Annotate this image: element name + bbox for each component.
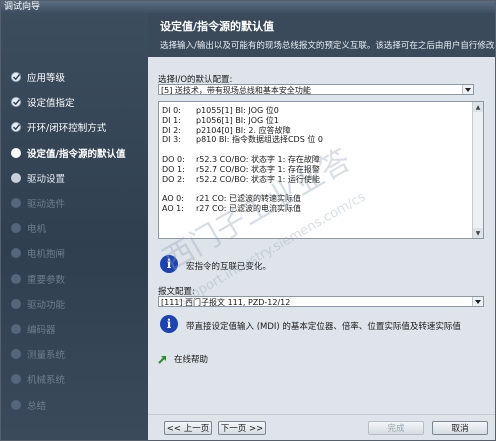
step-dot-icon (11, 172, 21, 183)
step-dot-icon (11, 399, 21, 410)
prev-button[interactable]: << 上一页 (164, 421, 212, 435)
sidebar-item-label: 应用等级 (27, 73, 66, 84)
sidebar-item-label: 开环/闭环控制方式 (27, 123, 107, 135)
sidebar-item-label: 总结 (27, 400, 47, 412)
info-icon: i (160, 255, 178, 273)
current-step-icon (11, 147, 21, 158)
scroll-up-icon[interactable]: ▲ (473, 102, 483, 112)
sidebar-item-label: 重要参数 (27, 274, 66, 286)
online-help-link[interactable]: 在线帮助 (158, 353, 208, 365)
sidebar-item[interactable]: 设定值/指令源的默认值 (11, 145, 146, 161)
sidebar-item: 机械系统 (11, 371, 146, 387)
io-config-value: [5] 送技术，带有现场总线和基本安全功能 (161, 86, 311, 95)
io-assignment: r27 CO: 已滤波的电流实际值 (196, 204, 301, 213)
online-help-label: 在线帮助 (174, 355, 209, 365)
sidebar-item-label: 驱动选件 (27, 199, 66, 210)
page-header: 设定值/指令源的默认值 选择输入/输出以及可能有的现场总线报文的预定义互联。该选… (148, 13, 495, 57)
wizard-footer: << 上一页 下一页 >> 完成 取消 (148, 414, 495, 440)
io-terminal: DI 1: (162, 115, 181, 125)
sidebar-item-label: 编码器 (27, 325, 56, 336)
sidebar-item: 测量系统 (11, 346, 146, 362)
step-dot-icon (11, 273, 21, 284)
io-terminal: DI 3: (162, 135, 181, 145)
telegram-description: 带直接设定值输入 (MDI) 的基本定位器、倍率、位置实际值及转速实际值 (186, 322, 461, 332)
io-terminal: DO 0: (162, 155, 185, 164)
step-dot-icon (11, 349, 21, 360)
io-assignment: r52.7 CO/BO: 状态字 1: 存在报警 (196, 164, 320, 174)
sidebar-item[interactable]: 驱动设置 (11, 170, 146, 186)
check-icon (11, 122, 21, 133)
sidebar-item-label: 驱动功能 (27, 299, 66, 311)
sidebar-item-label: 机械系统 (27, 375, 66, 387)
io-assignment: p1055[1] BI: JOG 位0 (196, 106, 279, 115)
sidebar-item: 电机 (11, 220, 146, 236)
page-title: 设定值/指令源的默认值 (160, 20, 275, 33)
list-item: DO 2: r52.2 CO/BO: 状态字 1: 运行使能 (162, 174, 320, 185)
io-assignment: r52.2 CO/BO: 状态字 1: 运行使能 (196, 174, 320, 184)
sidebar-item: 电机抱闸 (11, 245, 146, 261)
cancel-button[interactable]: 取消 (432, 421, 488, 435)
sidebar-item: 驱动选件 (11, 195, 146, 211)
chevron-down-icon[interactable] (472, 297, 483, 306)
telegram-value: [111] 西门子报文 111, PZD-12/12 (161, 298, 291, 307)
list-item: AO 1: r27 CO: 已滤波的电流实际值 (162, 203, 301, 214)
io-assignment: p810 BI: 指令数据组选择CDS 位 0 (196, 135, 323, 145)
sidebar-item: 总结 (11, 397, 146, 413)
scroll-down-icon[interactable]: ▼ (473, 228, 483, 238)
sidebar-item: 编码器 (11, 321, 146, 337)
io-terminal: AO 0: (162, 194, 184, 204)
sidebar-item-label: 设定值指定 (27, 98, 75, 110)
telegram-select[interactable]: [111] 西门子报文 111, PZD-12/12 (158, 296, 484, 307)
check-icon (11, 72, 21, 82)
io-terminal: DO 2: (162, 174, 185, 184)
arrow-up-right-icon (158, 356, 166, 364)
info-icon: i (160, 315, 178, 333)
sidebar-item: 重要参数 (11, 271, 146, 287)
step-dot-icon (11, 298, 21, 309)
wizard-window: 调试向导 应用等级 设定值指定 开环/闭环控制方式 设定值/指令源的默认值 驱动设置 驱动… (0, 0, 496, 441)
content-area: 选择I/O的默认配置: [5] 送技术，带有现场总线和基本安全功能 ▲ ▼ DI… (148, 57, 495, 414)
sidebar-item-label: 测量系统 (27, 350, 66, 362)
io-terminal: DO 1: (162, 164, 185, 174)
io-config-select[interactable]: [5] 送技术，带有现场总线和基本安全功能 (158, 84, 474, 95)
io-assignment: p1056[1] BI: JOG 位1 (196, 115, 279, 125)
io-assignment: p2104[0] BI: 2. 应答故障 (196, 125, 291, 135)
io-assignment: r52.3 CO/BO: 状态字 1: 存在故障 (196, 155, 320, 164)
list-item: DI 3: p810 BI: 指令数据组选择CDS 位 0 (162, 134, 323, 145)
step-dot-icon (11, 223, 21, 234)
io-terminal: DI 0: (162, 106, 181, 115)
scrollbar[interactable]: ▲ ▼ (472, 102, 483, 238)
sidebar-item: 驱动功能 (11, 296, 146, 312)
sidebar-item-label: 电机抱闸 (27, 249, 66, 261)
io-terminal: AO 1: (162, 204, 184, 213)
sidebar-item-label: 驱动设置 (27, 173, 66, 185)
sidebar-item[interactable]: 应用等级 (11, 69, 146, 85)
finish-button[interactable]: 完成 (368, 421, 424, 435)
step-dot-icon (11, 324, 21, 334)
page-subtitle: 选择输入/输出以及可能有的现场总线报文的预定义互联。该选择可在之后由用户自行修改… (160, 41, 496, 51)
step-dot-icon (11, 374, 21, 385)
sidebar-item[interactable]: 开环/闭环控制方式 (11, 119, 146, 135)
chevron-down-icon[interactable] (462, 85, 473, 94)
macro-changed-message: 宏指令的互联已变化。 (186, 262, 272, 272)
wizard-sidebar: 应用等级设定值指定开环/闭环控制方式设定值/指令源的默认值 驱动设置驱动选件电机电… (1, 13, 148, 440)
sidebar-item-label: 设定值/指令源的默认值 (27, 148, 126, 160)
check-icon (11, 97, 21, 108)
io-assignment-list: ▲ ▼ DI 0: p1055[1] BI: JOG 位0 DI 1: p1056[1… (158, 101, 484, 239)
sidebar-item-label: 电机 (27, 224, 47, 236)
step-dot-icon (11, 198, 21, 208)
step-dot-icon (11, 248, 21, 259)
io-assignment: r21 CO: 已滤波的转速实际值 (196, 194, 301, 204)
io-terminal: DI 2: (162, 125, 181, 135)
next-button[interactable]: 下一页 >> (218, 421, 266, 435)
window-title: 调试向导 (1, 1, 495, 13)
sidebar-item[interactable]: 设定值指定 (11, 94, 146, 110)
